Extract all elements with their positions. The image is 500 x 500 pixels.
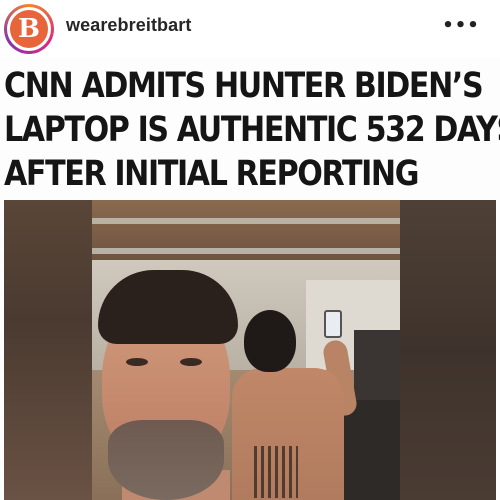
photo-blur-left [4,200,92,500]
right-eye [180,358,202,366]
photo-blur-right [400,200,496,500]
person-in-background [232,310,362,500]
beard [108,420,224,500]
post-headline: CNN ADMITS HUNTER BIDEN’S LAPTOP IS AUTH… [4,64,500,196]
more-options-icon: ••• [442,15,480,36]
person-torso [232,368,344,500]
post-header: B wearebreitbart ••• [0,0,500,58]
photo-scene [92,200,400,500]
ceiling-beam [92,248,400,254]
avatar-frame: B [7,7,51,51]
breitbart-logo-icon: B [10,10,48,48]
headline-line-3: AFTER INITIAL REPORTING [4,154,419,194]
more-options-button[interactable]: ••• [442,14,480,38]
left-eye [126,358,148,366]
post-photo[interactable] [4,200,496,500]
ceiling-beam [92,218,400,224]
headline-line-2: LAPTOP IS AUTHENTIC 532 DAYS [4,110,500,150]
phone [324,310,342,338]
man-foreground [92,270,238,500]
back-tattoo [254,446,298,498]
hair [98,270,238,344]
avatar-letter: B [18,14,40,44]
username-link[interactable]: wearebreitbart [66,15,191,36]
person-head [244,310,296,372]
profile-avatar[interactable]: B [4,4,54,54]
headline-line-1: CNN ADMITS HUNTER BIDEN’S [4,66,484,106]
instagram-post: B wearebreitbart ••• CNN ADMITS HUNTER B… [0,0,500,500]
